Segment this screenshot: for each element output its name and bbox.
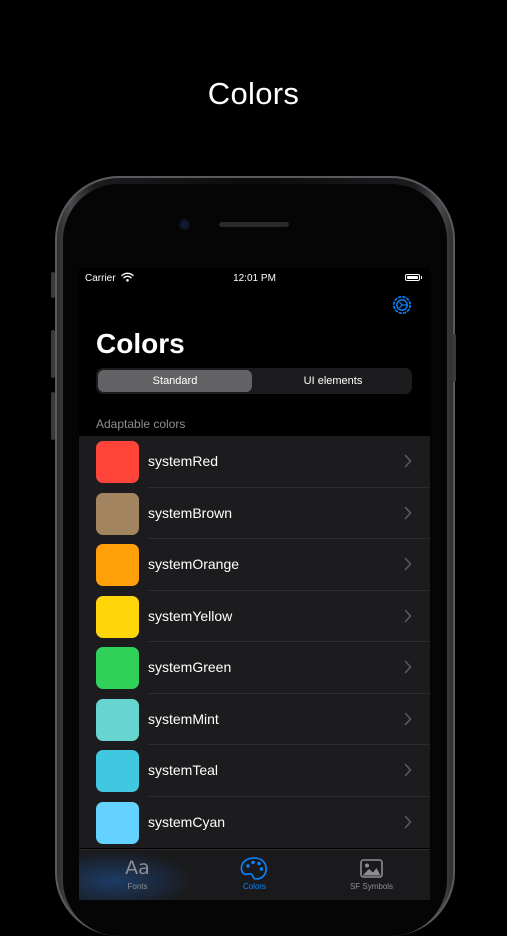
color-name: systemCyan [148,813,226,830]
tab-colors[interactable]: Colors [196,850,313,900]
tab-bar: Aa Fonts Colors SF Symbols [79,849,430,900]
color-swatch [96,595,139,638]
color-swatch [96,698,139,741]
color-name: systemGreen [148,659,232,675]
color-row-systemYellow[interactable]: systemYellow [79,591,430,642]
tab-fonts[interactable]: Aa Fonts [79,850,196,900]
chevron-right-icon [404,660,412,674]
segment-ui-elements[interactable]: UI elements [256,370,410,392]
tab-fonts-label: Fonts [127,882,148,891]
segment-standard[interactable]: Standard [98,370,252,392]
color-name: systemBrown [148,504,233,521]
color-name: systemOrange [148,556,240,572]
color-row-systemGreen[interactable]: systemGreen [79,642,430,694]
battery-icon [405,274,422,281]
chevron-right-icon [404,609,412,622]
aa-icon: Aa [125,857,150,879]
power-button [452,334,456,382]
segmented-control: Standard UI elements [96,368,412,394]
section-header: Adaptable colors [96,417,186,431]
color-row-systemTeal[interactable]: systemTeal [79,745,430,797]
chevron-right-icon [404,454,412,468]
color-list: systemRed systemBrown systemOrange systemYe… [79,436,430,848]
palette-icon [240,857,267,880]
color-row-systemRed[interactable]: systemRed [79,436,430,488]
gear-icon[interactable] [391,294,413,316]
chevron-right-icon [404,557,412,571]
chevron-right-icon [404,763,412,777]
front-camera [180,220,189,229]
volume-up-button [51,330,55,378]
color-name: systemMint [148,710,219,727]
volume-down-button [51,392,55,440]
color-row-systemMint[interactable]: systemMint [79,694,430,745]
tab-colors-label: Colors [242,882,267,891]
photo-icon [360,859,383,878]
promo-title: Colors [207,76,300,111]
tab-sf-symbols-label: SF Symbols [349,882,394,891]
color-swatch [96,750,139,792]
color-swatch [96,441,139,483]
color-swatch [96,801,139,844]
status-bar: Carrier 12:01 PM [79,268,430,290]
mute-switch [51,272,55,298]
color-name: systemRed [148,453,219,469]
chevron-right-icon [404,815,412,828]
tab-sf-symbols[interactable]: SF Symbols [313,850,430,900]
color-row-systemCyan[interactable]: systemCyan [79,797,430,849]
page-title: Colors [96,328,185,359]
color-swatch [96,492,139,535]
chevron-right-icon [404,712,412,725]
status-time: 12:01 PM [233,273,276,284]
chevron-right-icon [404,506,412,519]
color-swatch [96,647,139,689]
earpiece-speaker [219,222,289,227]
color-swatch [96,544,139,586]
color-name: systemTeal [148,762,219,778]
color-row-systemOrange[interactable]: systemOrange [79,539,430,591]
color-row-systemBrown[interactable]: systemBrown [79,488,430,539]
screen: Carrier 12:01 PM Colors Standard UI elem… [79,268,430,900]
color-name: systemYellow [148,607,233,624]
